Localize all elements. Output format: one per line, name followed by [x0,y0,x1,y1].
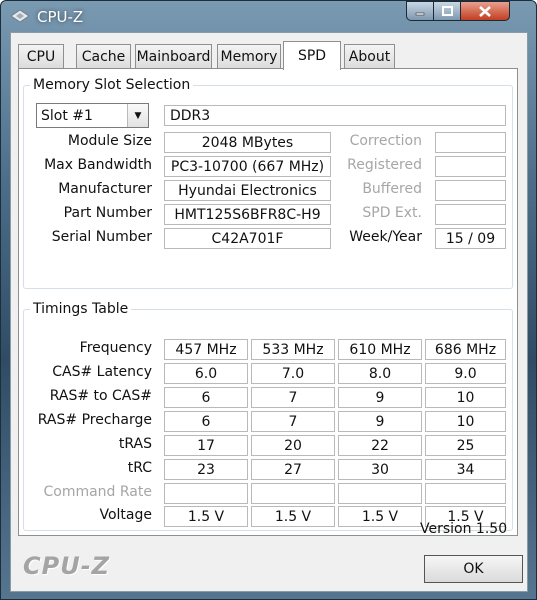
registered-field [435,156,506,177]
close-icon [479,5,491,17]
minimize-button[interactable] [406,1,434,21]
serial-number-field: C42A701F [164,228,331,249]
max-bandwidth-label: Max Bandwidth [44,157,152,173]
voltage-label: Voltage [99,507,152,523]
timing-cell: 7 [251,387,335,408]
maximize-icon [441,6,453,16]
timing-cell: 8.0 [338,363,422,384]
manufacturer-label: Manufacturer [58,181,152,197]
correction-label: Correction [349,133,422,149]
timing-cell: 1.5 V [164,506,248,527]
trc-label: tRC [127,460,152,476]
timing-cell: 17 [164,435,248,456]
timing-cell: 686 MHz [425,339,506,360]
caption-buttons [406,1,510,21]
timing-cell [425,483,506,504]
cpuz-window: CPU-Z CPU Cache Mainboard Memory SPD Abo… [0,0,537,600]
timing-cell: 30 [338,459,422,480]
correction-field [435,132,506,153]
timing-cell: 25 [425,435,506,456]
timing-cell: 20 [251,435,335,456]
client-area: CPU Cache Mainboard Memory SPD About Mem… [10,32,528,592]
buffered-label: Buffered [362,181,422,197]
cpuz-app-icon [11,10,29,22]
tab-mainboard[interactable]: Mainboard [135,44,212,68]
tras-label: tRAS [118,436,152,452]
memory-slot-group: Memory Slot Selection Slot #1 ▼ DDR3 Mod… [23,77,513,289]
timing-cell: 9 [338,411,422,432]
command-rate-label: Command Rate [43,484,152,500]
timing-cell: 533 MHz [251,339,335,360]
cas-latency-label: CAS# Latency [52,364,152,380]
module-size-label: Module Size [67,133,152,149]
module-size-field: 2048 MBytes [164,132,331,153]
timing-cell [338,483,422,504]
timing-cell: 23 [164,459,248,480]
timing-cell: 1.5 V [251,506,335,527]
timing-cell: 6.0 [164,363,248,384]
chevron-down-icon[interactable]: ▼ [127,104,148,127]
timing-cell: 10 [425,411,506,432]
tab-spd[interactable]: SPD [283,41,341,70]
timing-cell: 7 [251,411,335,432]
spd-panel: Memory Slot Selection Slot #1 ▼ DDR3 Mod… [18,68,518,536]
timing-cell: 27 [251,459,335,480]
timings-group-title: Timings Table [30,301,132,317]
ok-button[interactable]: OK [424,555,523,583]
tab-memory[interactable]: Memory [217,44,281,68]
week-year-field: 15 / 09 [435,228,506,249]
registered-label: Registered [347,157,422,173]
tab-cpu[interactable]: CPU [18,44,64,68]
timing-cell: 6 [164,387,248,408]
minimize-icon [415,12,425,16]
title-bar[interactable]: CPU-Z [1,1,537,33]
timing-cell: 610 MHz [338,339,422,360]
timing-cell: 10 [425,387,506,408]
timing-cell [164,483,248,504]
timing-cell: 9.0 [425,363,506,384]
timing-cell: 34 [425,459,506,480]
cpuz-logo: CPU-Z [23,552,111,580]
memory-slot-group-title: Memory Slot Selection [30,77,194,93]
ras-to-cas-label: RAS# to CAS# [49,388,152,404]
timing-cell: 22 [338,435,422,456]
timing-cell: 9 [338,387,422,408]
manufacturer-field: Hyundai Electronics [164,180,331,201]
timings-group: Timings Table Frequency 457 MHz 533 MHz … [23,301,513,531]
timing-cell: 6 [164,411,248,432]
slot-select[interactable]: Slot #1 ▼ [36,103,149,128]
version-label: Version 1.50 [420,521,508,537]
window-title: CPU-Z [37,8,84,26]
timing-cell: 457 MHz [164,339,248,360]
close-button[interactable] [461,1,510,21]
serial-number-label: Serial Number [51,229,152,245]
spd-ext-field [435,204,506,225]
tab-about[interactable]: About [344,44,395,68]
max-bandwidth-field: PC3-10700 (667 MHz) [164,156,331,177]
ras-precharge-label: RAS# Precharge [37,412,152,428]
buffered-field [435,180,506,201]
frequency-label: Frequency [79,340,152,356]
part-number-field: HMT125S6BFR8C-H9 [164,204,331,225]
timing-cell [251,483,335,504]
timing-cell: 1.5 V [338,506,422,527]
tab-cache[interactable]: Cache [76,44,131,68]
maximize-button[interactable] [434,1,461,21]
memory-type-field: DDR3 [164,105,506,126]
week-year-label: Week/Year [349,229,422,245]
slot-select-value: Slot #1 [41,107,93,124]
spd-ext-label: SPD Ext. [362,205,422,221]
timing-cell: 7.0 [251,363,335,384]
part-number-label: Part Number [63,205,152,221]
